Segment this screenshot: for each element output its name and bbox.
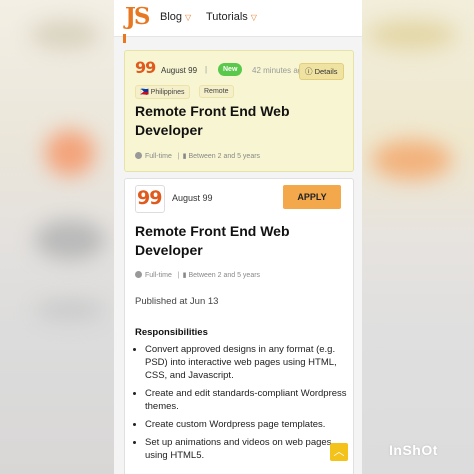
previous-card-accent <box>123 34 126 43</box>
separator: | <box>205 65 208 74</box>
list-item: Create and edit standards-compliant Word… <box>145 387 350 413</box>
blurred-background-right <box>362 0 474 474</box>
experience: Between 2 and 5 years <box>188 272 261 279</box>
details-button[interactable]: ⓘ Details <box>299 63 344 80</box>
job-type: Full-time <box>145 272 172 279</box>
bar-chart-icon: ▮ <box>182 272 187 279</box>
job-meta: Full-time | ▮ Between 2 and 5 years <box>135 152 260 160</box>
bar-chart-icon: ▮ <box>182 153 187 160</box>
flag-icon: 🇵🇭 <box>140 89 149 96</box>
job-meta: Full-time | ▮ Between 2 and 5 years <box>135 271 260 279</box>
list-item: Convert approved designs in any format (… <box>145 343 350 382</box>
experience: Between 2 and 5 years <box>188 153 261 160</box>
clock-icon <box>135 271 142 278</box>
job-title: Remote Front End Web Developer <box>135 223 290 258</box>
nav-tutorials-label: Tutorials <box>206 11 248 23</box>
list-item: Create custom Wordpress page templates. <box>145 418 350 431</box>
apply-button[interactable]: APPLY <box>283 185 341 209</box>
job-card-detail: 99 August 99 APPLY Remote Front End Web … <box>124 178 354 474</box>
published-date: Published at Jun 13 <box>135 296 219 307</box>
watermark: InShOt <box>389 442 438 458</box>
scroll-to-top-button[interactable]: ︿ <box>330 443 348 461</box>
new-badge: New <box>218 63 243 76</box>
chevron-up-icon: ︿ <box>333 446 345 458</box>
responsibilities-list: Convert approved designs in any format (… <box>125 343 350 467</box>
company-name[interactable]: August 99 <box>161 66 197 75</box>
site-logo[interactable]: JS <box>125 3 150 30</box>
list-item: Set up animations and videos on web page… <box>145 436 350 462</box>
tag-remote[interactable]: Remote <box>199 85 234 98</box>
clock-icon <box>135 152 142 159</box>
info-icon: ⓘ <box>305 67 313 76</box>
details-label: Details <box>314 67 338 76</box>
job-card-highlighted[interactable]: 99 August 99 | New 42 minutes ago ⓘ Deta… <box>124 50 354 172</box>
blurred-background-left <box>0 0 114 474</box>
tag-location-label: Philippines <box>150 89 185 96</box>
company-name[interactable]: August 99 <box>172 193 213 203</box>
company-logo-text: 99 <box>137 187 162 209</box>
separator: | <box>177 272 180 279</box>
tag-location[interactable]: 🇵🇭 Philippines <box>135 85 190 99</box>
responsibilities-heading: Responsibilities <box>135 327 208 338</box>
nav-blog[interactable]: Blog ▽ <box>160 11 191 23</box>
company-logo: 99 <box>135 58 156 77</box>
job-title[interactable]: Remote Front End Web Developer <box>135 102 335 140</box>
nav-tutorials[interactable]: Tutorials ▽ <box>206 11 257 23</box>
separator: | <box>177 153 180 160</box>
chevron-down-icon: ▽ <box>185 13 192 22</box>
phone-screen: JS Blog ▽ Tutorials ▽ 99 August 99 | New 4… <box>114 0 362 474</box>
job-type: Full-time <box>145 153 172 160</box>
chevron-down-icon: ▽ <box>250 13 257 22</box>
nav-blog-label: Blog <box>160 11 183 23</box>
company-logo: 99 <box>135 185 165 213</box>
top-navbar: JS Blog ▽ Tutorials ▽ <box>114 0 362 37</box>
